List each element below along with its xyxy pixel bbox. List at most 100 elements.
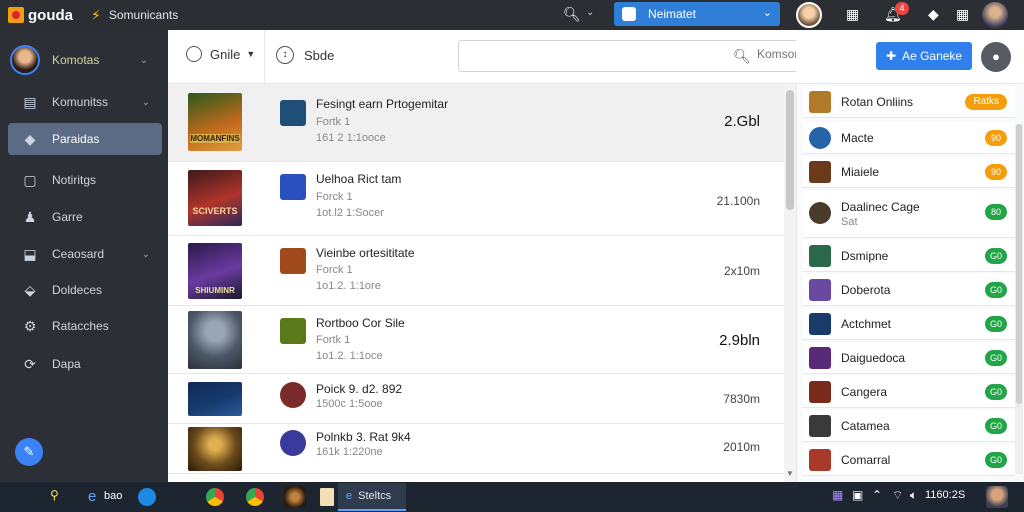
list-item[interactable]: Daiguedoca G0	[803, 342, 1015, 374]
scrollbar-thumb[interactable]	[1016, 124, 1022, 404]
chrome-icon[interactable]	[206, 488, 224, 506]
filter-bar: Gnile ▼ ↕ Sbde 🔍︎ +	[168, 30, 870, 84]
list-item[interactable]: Macte 90	[803, 122, 1015, 154]
tray-app-icon[interactable]: ▣	[852, 488, 863, 502]
game-app-icon[interactable]	[284, 486, 306, 508]
compose-button[interactable]: ✎	[15, 438, 43, 466]
game-value: 2.Gbl	[724, 109, 766, 135]
chevron-down-icon: ⌄	[139, 54, 148, 66]
sidebar-item-dapa[interactable]: ⟳ Dapa	[8, 348, 162, 380]
table-row[interactable]: SCIVERTS Uelhoa Rict tam Forck 1 1ot.l2 …	[168, 162, 784, 236]
list-item[interactable]: Daalinec Cage Sat 80	[803, 190, 1015, 238]
list-item[interactable]: Catamea G0	[803, 410, 1015, 442]
game-cover: SCIVERTS	[188, 170, 242, 226]
friend-name: Miaiele	[841, 164, 880, 179]
game-title: Vieinbe ortesititate	[316, 246, 415, 260]
status-badge: G0	[984, 316, 1007, 332]
game-meta: 1ot.l2 1:Socer	[316, 207, 384, 219]
sidebar-profile[interactable]: Komotas ⌄	[10, 44, 160, 76]
community-link[interactable]: ⚡ Somunicants	[91, 7, 178, 24]
friend-name: Macte	[841, 130, 874, 145]
clock[interactable]: 1160:2S	[925, 489, 965, 501]
edge-browser-icon[interactable]: e	[88, 488, 96, 505]
friend-name: Daiguedoca	[841, 350, 906, 365]
diamond-icon[interactable]: ◆	[928, 6, 939, 23]
add-game-button[interactable]: ✚ Ae Ganeke	[876, 42, 972, 70]
app-logo[interactable]: gouda	[8, 7, 73, 24]
table-row[interactable]: Rortboo Cor Sile Fortk 1 1o1.2. 1:1oce 2…	[168, 306, 784, 374]
game-title: Uelhoa Rict tam	[316, 172, 402, 186]
account-select[interactable]: Neimatet ⌄	[614, 2, 780, 26]
game-value: 2010m	[723, 440, 760, 454]
tray-app-icon[interactable]: ▦	[832, 488, 843, 502]
chevron-down-icon: ⌄	[141, 96, 150, 108]
sidebar-item-notiritgs[interactable]: ▢ Notiritgs	[8, 164, 162, 196]
caret-icon[interactable]: ⌄	[586, 7, 594, 18]
community-label: Somunicants	[108, 8, 179, 22]
filter-dropdown[interactable]: Gnile ▼	[186, 46, 255, 62]
status-badge: 90	[985, 164, 1007, 180]
library-icon: ▤	[23, 94, 37, 110]
search-icon[interactable]: ⚲	[50, 488, 59, 502]
gear-icon: ⚙	[23, 318, 37, 334]
sidebar-item-komunitss[interactable]: ▤ Komunitss ⌄	[8, 86, 162, 118]
edge-browser-icon: e	[346, 490, 353, 502]
friend-avatar	[809, 414, 831, 437]
status-badge: G0	[984, 452, 1007, 468]
search-icon[interactable]: 🔍︎	[563, 6, 581, 23]
list-item[interactable]: Doberota G0	[803, 274, 1015, 306]
friend-avatar	[809, 380, 831, 403]
sidebar-item-ceaosard[interactable]: ⬓ Ceaosard ⌄	[8, 238, 162, 270]
game-subtitle: Forck 1	[316, 264, 353, 276]
filter-label: Gnile	[210, 46, 241, 62]
brand-name: gouda	[28, 6, 73, 24]
bolt-icon: ⚡	[91, 6, 101, 23]
grid-icon[interactable]: ▦	[846, 6, 859, 23]
game-subtitle: 161k 1:220ne	[316, 446, 383, 458]
friend-avatar	[809, 448, 831, 471]
sidebar-item-doldeces[interactable]: ⬙ Doldeces	[8, 274, 162, 306]
chrome-icon[interactable]	[246, 488, 264, 506]
network-icon[interactable]: ⌔	[892, 488, 903, 503]
list-item[interactable]: Miaiele 90	[803, 156, 1015, 188]
list-item[interactable]: Cangera G0	[803, 376, 1015, 408]
sidebar-item-garre[interactable]: ♟ Garre	[8, 201, 162, 233]
list-item[interactable]: Actchmet G0	[803, 308, 1015, 340]
status-badge: G0	[984, 350, 1007, 366]
sidebar-item-ratacches[interactable]: ⚙ Ratacches	[8, 310, 162, 342]
plus-icon: ✚	[886, 49, 897, 63]
friends-scrollbar[interactable]	[1015, 124, 1023, 474]
account-badge-icon	[622, 7, 636, 21]
file-icon[interactable]	[320, 488, 334, 506]
table-row[interactable]: MOMANFINS Fesingt earn Prtogemitar Fortk…	[168, 84, 784, 162]
sort-button[interactable]: ↕ Sbde	[276, 46, 334, 64]
scroll-down-icon[interactable]: ▼	[786, 469, 794, 478]
profile-name: Komotas	[52, 53, 100, 67]
sidebar-item-paraidas[interactable]: ◆ Paraidas	[8, 123, 162, 155]
settings-button[interactable]: ●	[981, 42, 1011, 72]
table-row[interactable]: Poick 9. d2. 892 1500c 1:5ooe 7830m	[168, 374, 784, 424]
taskbar-active-app[interactable]: e Steltcs	[338, 483, 406, 511]
user-avatar[interactable]	[986, 486, 1008, 508]
list-item[interactable]: Comarral G0	[803, 444, 1015, 476]
windows-start-icon[interactable]	[10, 489, 26, 505]
table-row[interactable]: SHIUMINR Vieinbe ortesititate Forck 1 1o…	[168, 236, 784, 306]
app-icon[interactable]	[138, 488, 156, 506]
game-title: Rortboo Cor Sile	[316, 316, 405, 330]
game-cover	[188, 382, 242, 416]
volume-icon[interactable]: 🔈︎	[910, 488, 917, 503]
scrollbar-thumb[interactable]	[786, 90, 794, 210]
table-row[interactable]: Polnkb 3. Rat 9k4 161k 1:220ne 2010m	[168, 424, 784, 474]
list-scrollbar[interactable]	[784, 84, 796, 482]
user-avatar[interactable]	[982, 2, 1008, 28]
list-item[interactable]: Rotan Onliins Ratks	[803, 86, 1015, 118]
chevron-down-icon: ⌄	[762, 7, 772, 19]
chevron-up-icon[interactable]: ⌃	[872, 488, 882, 502]
game-meta: 1o1.2. 1:1ore	[316, 280, 381, 292]
friend-avatar	[809, 160, 831, 183]
friend-avatar	[809, 202, 831, 224]
menu-icon[interactable]: ▦	[956, 6, 969, 23]
game-value: 2x10m	[723, 264, 760, 278]
avatar[interactable]	[796, 2, 822, 28]
list-item[interactable]: Dsmipne G0	[803, 240, 1015, 272]
